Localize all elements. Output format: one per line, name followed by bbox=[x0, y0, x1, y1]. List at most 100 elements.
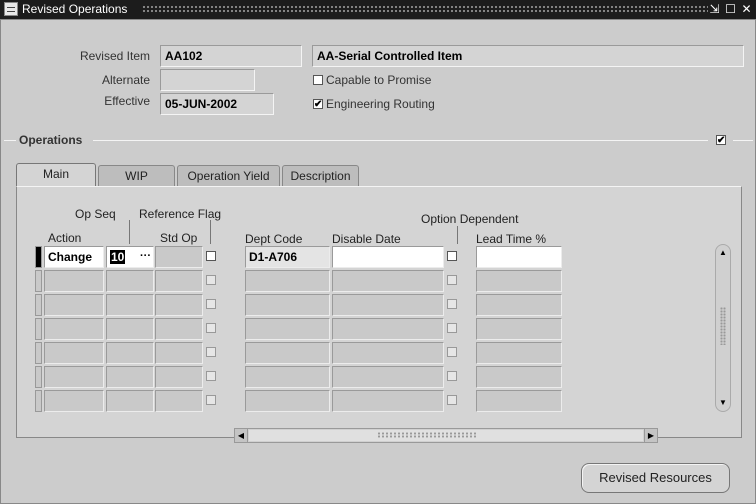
std-op-cell[interactable] bbox=[155, 246, 203, 268]
option-dependent-checkbox[interactable] bbox=[447, 371, 457, 381]
op-seq-cell[interactable] bbox=[106, 270, 154, 292]
option-dependent-checkbox[interactable] bbox=[447, 323, 457, 333]
option-dependent-bracket bbox=[457, 226, 458, 244]
close-icon[interactable]: ✕ bbox=[740, 2, 753, 16]
reference-flag-checkbox[interactable] bbox=[206, 275, 216, 285]
std-op-cell[interactable] bbox=[155, 342, 203, 364]
app-menu-icon[interactable] bbox=[4, 2, 18, 16]
scroll-up-icon[interactable]: ▲ bbox=[717, 247, 729, 259]
tab-operation-yield[interactable]: Operation Yield bbox=[177, 165, 280, 187]
dept-code-cell[interactable] bbox=[245, 270, 330, 292]
disable-date-cell[interactable] bbox=[332, 270, 444, 292]
lead-time-cell[interactable] bbox=[476, 366, 562, 388]
scroll-grip[interactable] bbox=[720, 307, 726, 345]
effective-date-field[interactable]: 05-JUN-2002 bbox=[160, 93, 274, 115]
option-dependent-checkbox[interactable] bbox=[447, 251, 457, 261]
op-seq-cell[interactable] bbox=[106, 318, 154, 340]
dept-code-cell[interactable] bbox=[245, 390, 330, 412]
action-cell[interactable] bbox=[44, 342, 104, 364]
horizontal-scrollbar[interactable]: ◀ ▶ bbox=[234, 428, 658, 443]
tab-wip[interactable]: WIP bbox=[98, 165, 175, 187]
action-cell[interactable]: Change bbox=[44, 246, 104, 268]
dept-code-cell[interactable] bbox=[245, 318, 330, 340]
reference-flag-checkbox[interactable] bbox=[206, 323, 216, 333]
reference-flag-checkbox[interactable] bbox=[206, 251, 216, 261]
row-indicator[interactable] bbox=[35, 318, 42, 340]
col-dept-code: Dept Code bbox=[245, 232, 303, 246]
option-dependent-checkbox[interactable] bbox=[447, 347, 457, 357]
engineering-routing-checkbox[interactable]: ✔ bbox=[313, 99, 323, 110]
reference-flag-checkbox[interactable] bbox=[206, 299, 216, 309]
col-op-seq: Op Seq bbox=[75, 207, 116, 221]
lead-time-cell[interactable] bbox=[476, 294, 562, 316]
operations-section-title: Operations bbox=[19, 133, 83, 147]
capable-to-promise-label: Capable to Promise bbox=[326, 73, 432, 87]
dept-code-cell[interactable] bbox=[245, 366, 330, 388]
alternate-field[interactable] bbox=[160, 69, 255, 91]
std-op-cell[interactable] bbox=[155, 390, 203, 412]
dept-code-cell[interactable] bbox=[245, 294, 330, 316]
title-bar: Revised Operations ⇲ ☐ ✕ bbox=[0, 0, 756, 19]
disable-date-cell[interactable] bbox=[332, 318, 444, 340]
reference-flag-checkbox[interactable] bbox=[206, 395, 216, 405]
lead-time-cell[interactable] bbox=[476, 318, 562, 340]
row-indicator[interactable] bbox=[35, 342, 42, 364]
disable-date-cell[interactable] bbox=[332, 342, 444, 364]
tab-main[interactable]: Main bbox=[16, 163, 96, 187]
lead-time-cell[interactable] bbox=[476, 270, 562, 292]
action-cell[interactable] bbox=[44, 294, 104, 316]
scroll-left-icon[interactable]: ◀ bbox=[235, 429, 248, 442]
revised-resources-button[interactable]: Revised Resources bbox=[581, 463, 730, 493]
maximize-icon[interactable]: ☐ bbox=[724, 2, 737, 16]
scroll-down-icon[interactable]: ▼ bbox=[717, 397, 729, 409]
std-op-cell[interactable] bbox=[155, 318, 203, 340]
col-std-op: Std Op bbox=[160, 231, 198, 245]
lead-time-cell[interactable] bbox=[476, 390, 562, 412]
disable-date-cell[interactable] bbox=[332, 294, 444, 316]
std-op-cell[interactable] bbox=[155, 270, 203, 292]
scroll-right-icon[interactable]: ▶ bbox=[644, 429, 657, 442]
lead-time-cell[interactable] bbox=[476, 342, 562, 364]
tab-description[interactable]: Description bbox=[282, 165, 359, 187]
disable-date-cell[interactable] bbox=[332, 366, 444, 388]
row-indicator[interactable] bbox=[35, 246, 42, 268]
op-seq-cell[interactable] bbox=[106, 390, 154, 412]
option-dependent-checkbox[interactable] bbox=[447, 299, 457, 309]
op-seq-cell[interactable] bbox=[106, 342, 154, 364]
lead-time-cell[interactable] bbox=[476, 246, 562, 268]
revised-item-description-field[interactable]: AA-Serial Controlled Item bbox=[312, 45, 744, 67]
revised-item-field[interactable]: AA102 bbox=[160, 45, 302, 67]
std-op-cell[interactable] bbox=[155, 294, 203, 316]
title-bar-grip[interactable] bbox=[142, 5, 708, 14]
reference-flag-checkbox[interactable] bbox=[206, 347, 216, 357]
op-seq-cell[interactable] bbox=[106, 366, 154, 388]
disable-date-cell[interactable] bbox=[332, 246, 444, 268]
row-indicator[interactable] bbox=[35, 390, 42, 412]
row-indicator[interactable] bbox=[35, 366, 42, 388]
vertical-scrollbar[interactable]: ▲ ▼ bbox=[715, 244, 731, 412]
section-divider-end bbox=[733, 140, 753, 141]
row-indicator[interactable] bbox=[35, 294, 42, 316]
op-seq-value[interactable]: 10 bbox=[110, 250, 126, 264]
col-reference-flag: Reference Flag bbox=[139, 207, 222, 221]
action-cell[interactable] bbox=[44, 366, 104, 388]
dept-code-cell[interactable]: D1-A706 bbox=[245, 246, 330, 268]
action-cell[interactable] bbox=[44, 318, 104, 340]
operations-section-checkbox[interactable]: ✔ bbox=[716, 135, 726, 146]
dept-code-cell[interactable] bbox=[245, 342, 330, 364]
action-cell[interactable] bbox=[44, 390, 104, 412]
row-indicator[interactable] bbox=[35, 270, 42, 292]
disable-date-cell[interactable] bbox=[332, 390, 444, 412]
option-dependent-checkbox[interactable] bbox=[447, 395, 457, 405]
col-action: Action bbox=[48, 231, 82, 245]
option-dependent-checkbox[interactable] bbox=[447, 275, 457, 285]
capable-to-promise-checkbox[interactable] bbox=[313, 75, 323, 85]
reference-flag-checkbox[interactable] bbox=[206, 371, 216, 381]
op-seq-cell[interactable] bbox=[106, 294, 154, 316]
ellipsis-icon[interactable]: ··· bbox=[140, 250, 151, 262]
action-cell[interactable] bbox=[44, 270, 104, 292]
std-op-cell[interactable] bbox=[155, 366, 203, 388]
reference-flag-bracket bbox=[210, 220, 211, 244]
minimize-icon[interactable]: ⇲ bbox=[708, 2, 721, 16]
scroll-grip[interactable] bbox=[377, 432, 477, 438]
